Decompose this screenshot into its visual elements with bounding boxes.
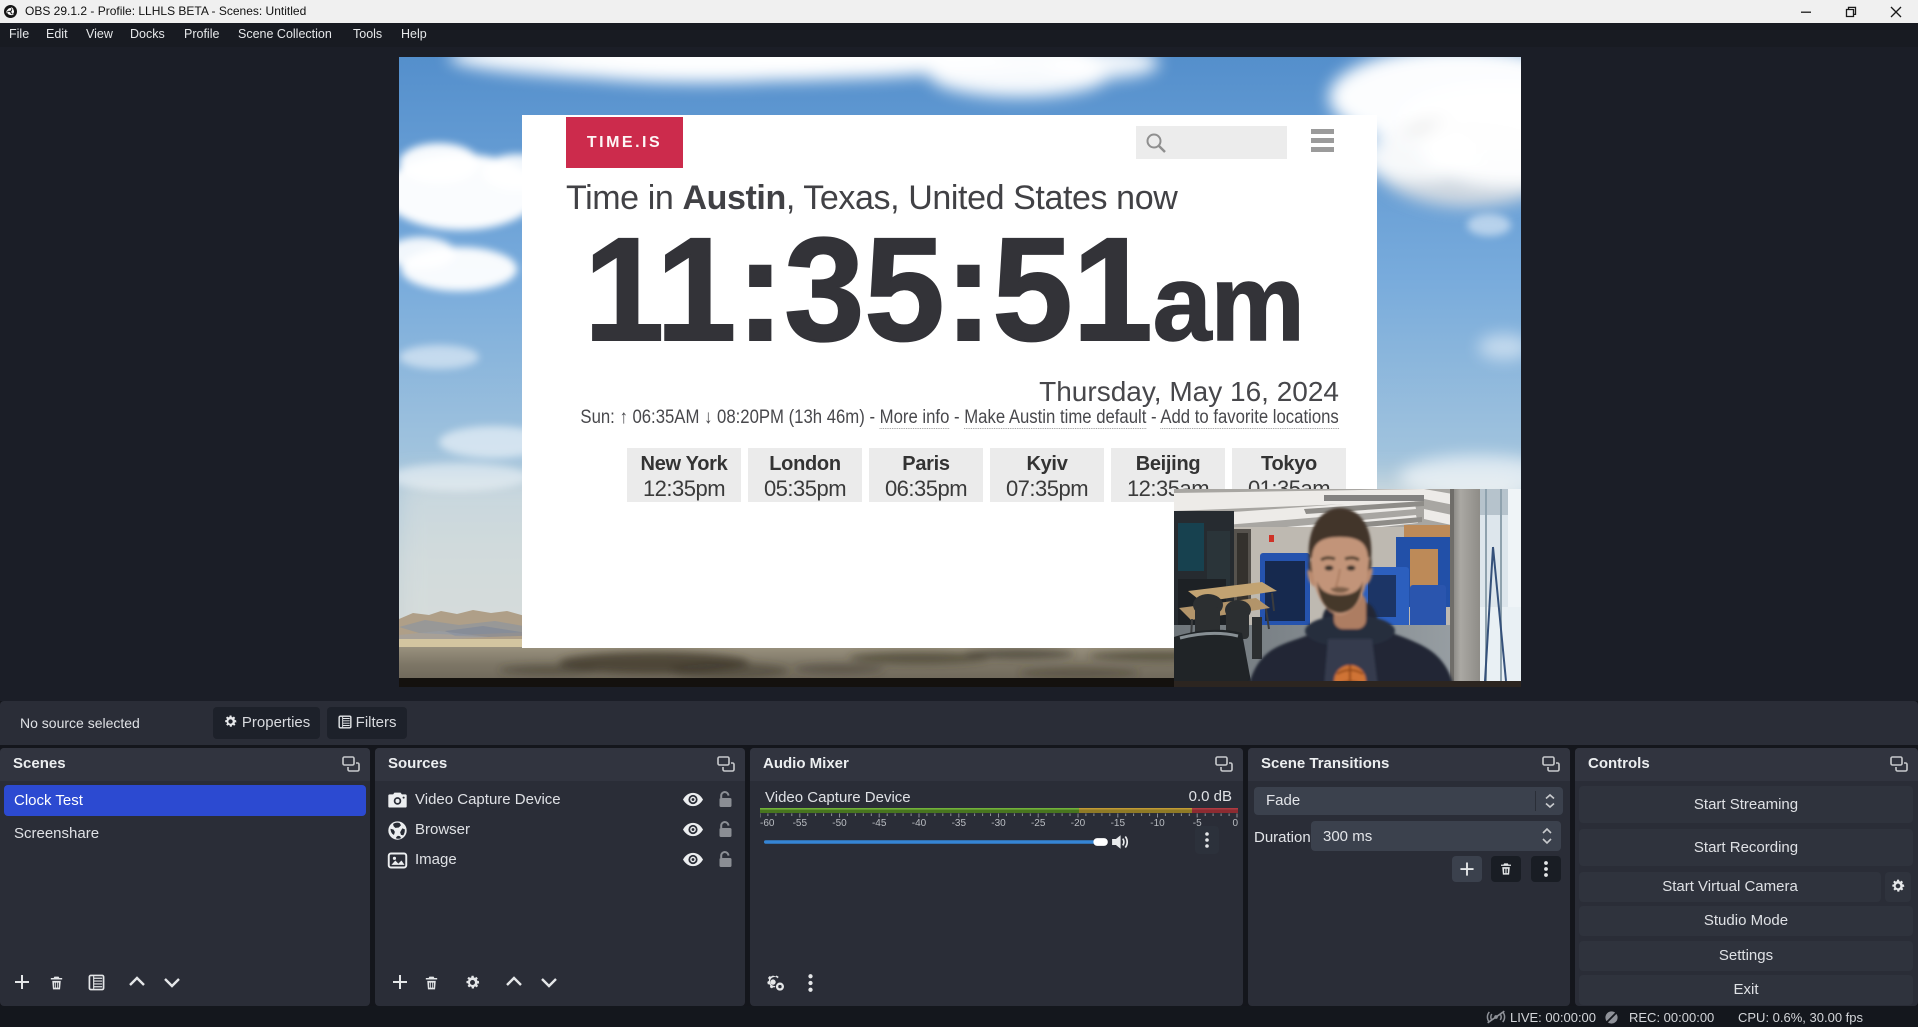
svg-text:0: 0: [1232, 818, 1238, 828]
svg-text:-10: -10: [1150, 818, 1165, 828]
svg-text:-45: -45: [872, 818, 887, 828]
svg-text:-55: -55: [793, 818, 808, 828]
svg-text:-20: -20: [1071, 818, 1086, 828]
svg-text:-35: -35: [952, 818, 967, 828]
svg-text:-40: -40: [912, 818, 927, 828]
svg-text:-50: -50: [832, 818, 847, 828]
svg-text:-15: -15: [1111, 818, 1126, 828]
svg-text:-30: -30: [991, 818, 1006, 828]
svg-text:-60: -60: [760, 818, 775, 828]
svg-text:-25: -25: [1031, 818, 1046, 828]
